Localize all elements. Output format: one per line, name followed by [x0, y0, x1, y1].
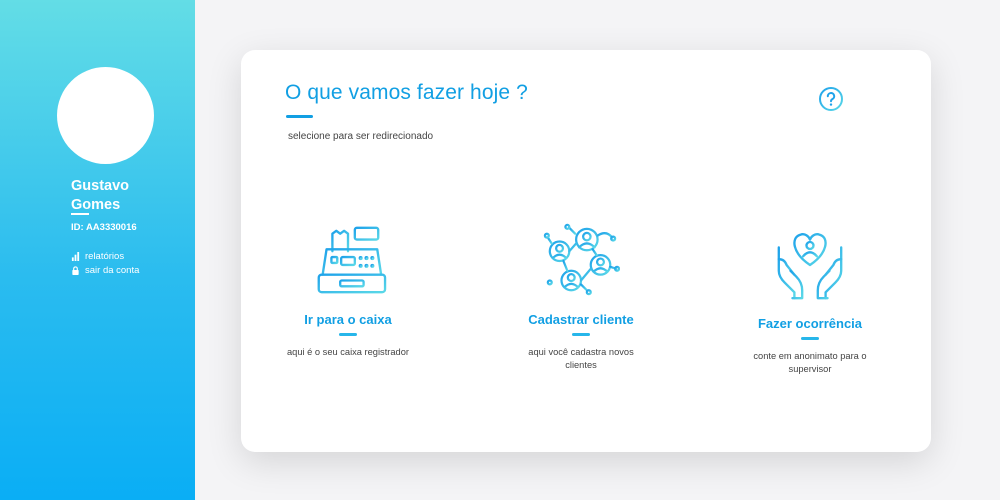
avatar[interactable] [57, 67, 154, 164]
user-name: Gustavo Gomes [71, 178, 130, 213]
sidebar-menu: relatórios sair da conta [71, 249, 139, 277]
sidebar-item-label: relatórios [85, 250, 125, 262]
option-label: Ir para o caixa [304, 312, 392, 327]
customer-network-icon [543, 223, 620, 296]
option-ir-para-caixa[interactable]: Ir para o caixa aqui é o seu caixa regis… [253, 220, 443, 359]
option-underline [339, 333, 357, 336]
name-underline [71, 213, 89, 215]
option-icon-wrap [715, 224, 905, 304]
option-description: conte em anonimato para o supervisor [753, 351, 867, 374]
option-underline [801, 337, 819, 340]
bar-chart-icon [71, 251, 80, 261]
page-title: O que vamos fazer hoje ? [285, 81, 528, 104]
option-fazer-ocorrencia[interactable]: Fazer ocorrência conte em anonimato para… [715, 224, 905, 376]
user-id: ID: AA3330016 [71, 222, 137, 233]
sidebar: Gustavo Gomes ID: AA3330016 relatórios s… [0, 0, 195, 500]
question-circle-icon [819, 87, 843, 111]
help-button[interactable] [818, 86, 844, 112]
option-description: aqui você cadastra novos clientes [528, 347, 634, 370]
sidebar-item-relatorios[interactable]: relatórios [71, 249, 139, 263]
page-subtitle: selecione para ser redirecionado [288, 131, 434, 142]
sidebar-item-sair[interactable]: sair da conta [71, 263, 139, 277]
sidebar-item-label: sair da conta [85, 264, 140, 276]
cash-register-icon [317, 226, 387, 294]
lock-icon [72, 265, 79, 275]
option-icon-wrap [253, 220, 443, 300]
option-description: aqui é o seu caixa registrador [287, 347, 409, 357]
option-underline [572, 333, 590, 336]
option-label: Fazer ocorrência [757, 316, 863, 331]
hands-heart-icon [777, 233, 843, 300]
option-label: Cadastrar cliente [528, 312, 634, 327]
option-icon-wrap [486, 220, 676, 300]
option-cadastrar-cliente[interactable]: Cadastrar cliente aqui você cadastra nov… [486, 220, 676, 372]
title-underline [286, 115, 313, 118]
main-card: O que vamos fazer hoje ? selecione para … [241, 50, 931, 452]
